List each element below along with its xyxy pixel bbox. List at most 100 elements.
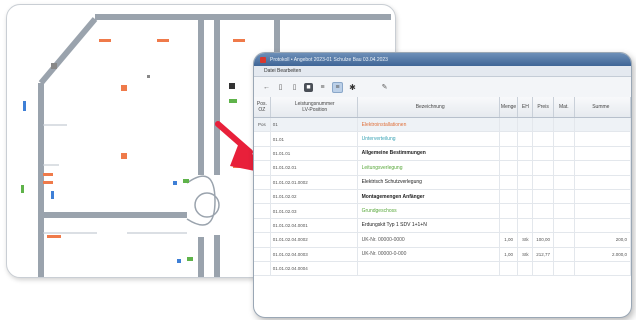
col-preis[interactable]: Preis [533,97,554,117]
row-bezeichnung: Unterverteilung [358,132,500,146]
row-summe [575,161,631,175]
row-eh: Stk [518,233,534,247]
row-summe: 2.000,0 [575,247,631,261]
row-bezeichnung: UK-Nr. 00000-0-000 [358,247,500,261]
table-row[interactable]: 01.01.01 Allgemeine Bestimmungen [254,146,631,162]
row-kurz: 01.01.02.03 [271,204,358,218]
row-kurz: 01.01.02.04.0004 [271,261,358,276]
row-preis: 212,77 [533,247,554,261]
row-mat [554,146,575,161]
row-summe [575,132,631,146]
row-preis [533,189,554,204]
print-icon[interactable]: ■ [304,82,313,92]
row-preis [533,132,554,146]
row-preis [533,146,554,161]
col-kurz[interactable]: Leistungsnummer LV-Position [271,97,358,117]
row-kurz: 01.01.02.04.0002 [271,233,358,247]
row-bezeichnung: Grundgeschoss [358,204,500,218]
row-bezeichnung: Erdungskit Typ 1 SDV 1+1+N [358,218,500,233]
table-row[interactable]: 01.01.02.01.0002 Elektrisch Schutzverlegu… [254,175,631,190]
row-pos: Pos [254,118,271,132]
table-row[interactable]: 01.01.02.03 Grundgeschoss [254,204,631,219]
row-eh [518,261,534,276]
table-row[interactable]: 01.01.02.02 Montagemengen Anfänger [254,189,631,205]
row-preis [533,118,554,132]
row-summe [575,189,631,204]
row-bezeichnung: Elektrisch Schutzverlegung [358,175,500,189]
row-menge [500,204,519,218]
row-kurz: 01.01.01 [271,146,358,161]
position-table: Pos. OZ Leistungsnummer LV-Position Bezeic… [254,97,631,277]
col-bezeichnung[interactable]: Bezeichnung [358,97,500,117]
col-mat[interactable]: Mat. [554,97,575,117]
row-eh: Stk [518,247,534,261]
copy-icon[interactable]: ▯ [290,83,299,92]
table-header: Pos. OZ Leistungsnummer LV-Position Bezeic… [254,97,631,118]
row-summe [575,146,631,161]
table-row[interactable]: 01.01.02.04.0004 [254,261,631,277]
window-title: Protokoll • Angebot 2023-01 Schulze Bau … [270,56,388,63]
row-pos [254,261,271,276]
row-eh [518,189,534,204]
row-mat [554,233,575,247]
row-summe [575,204,631,218]
row-pos [254,233,271,247]
row-summe [575,261,631,276]
list-icon[interactable]: ≡ [318,83,327,92]
row-mat [554,189,575,204]
row-eh [518,132,534,146]
row-eh [518,118,534,132]
row-pos [254,161,271,175]
row-kurz: 01 [271,118,358,132]
marker-icon[interactable]: ✎ [380,83,389,92]
title-bar: Protokoll • Angebot 2023-01 Schulze Bau … [254,53,631,66]
row-bezeichnung: Montagemengen Anfänger [358,189,500,204]
row-pos [254,247,271,261]
col-menge[interactable]: Menge [500,97,519,117]
table-row[interactable]: 01.01 Unterverteilung [254,132,631,147]
row-bezeichnung: Elektroinstallationen [358,118,500,132]
table-row[interactable]: 01.01.02.04.0003 UK-Nr. 00000-0-000 1,00 St… [254,247,631,262]
table-row[interactable]: Pos 01 Elektroinstallationen [254,118,631,133]
table-row[interactable]: 01.01.02.01 Leitungsverlegung [254,161,631,176]
row-eh [518,204,534,218]
table-row[interactable]: 01.01.02.04.0002 UK-Nr. 00000-0000 1,00 Stk… [254,233,631,248]
row-eh [518,146,534,161]
list-selected-icon[interactable]: ≡ [332,81,343,93]
row-mat [554,161,575,175]
app-window: Protokoll • Angebot 2023-01 Schulze Bau … [253,52,632,318]
row-kurz: 01.01.02.01 [271,161,358,175]
col-eh[interactable]: EH [518,97,534,117]
row-summe: 200,0 [575,233,631,247]
row-menge [500,261,519,276]
save-icon[interactable]: ▯ [276,83,285,92]
col-pos[interactable]: Pos. OZ [254,97,271,117]
row-menge [500,118,519,132]
arrow-left-icon[interactable]: ← [262,83,271,92]
row-kurz: 01.01.02.04.0003 [271,247,358,261]
row-kurz: 01.01.02.01.0002 [271,175,358,189]
row-mat [554,204,575,218]
row-kurz: 01.01.02.02 [271,189,358,204]
toolbar: ← ▯ ▯ ■ ≡ ≡ ✱ ✎ [254,77,631,98]
row-eh [518,175,534,189]
row-menge [500,218,519,233]
row-preis [533,218,554,233]
row-pos [254,146,271,161]
row-summe [575,218,631,233]
row-mat [554,132,575,146]
row-mat [554,218,575,233]
row-menge: 1,00 [500,233,519,247]
row-pos [254,204,271,218]
row-preis [533,175,554,189]
row-kurz: 01.01 [271,132,358,146]
menu-bar: Datei Bearbeiten [254,66,631,77]
gear-icon[interactable]: ✱ [348,83,357,92]
row-summe [575,175,631,189]
table-row[interactable]: 01.01.02.04.0001 Erdungskit Typ 1 SDV 1+1… [254,218,631,234]
row-bezeichnung: UK-Nr. 00000-0000 [358,233,500,247]
menu-items[interactable]: Datei Bearbeiten [264,68,301,74]
row-summe [575,118,631,132]
col-summe[interactable]: Summe [575,97,631,117]
row-menge [500,175,519,189]
